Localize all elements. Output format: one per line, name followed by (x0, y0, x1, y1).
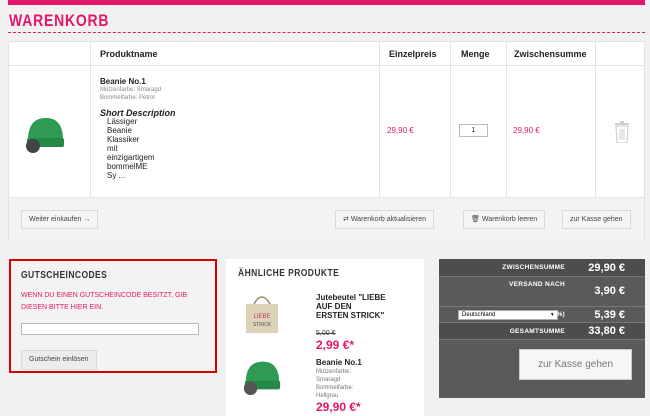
page-title: WARENKORB (9, 11, 110, 30)
similar-products-title: ÄHNLICHE PRODUKTE (238, 268, 340, 279)
quantity-input[interactable]: 1 (459, 124, 488, 137)
similar-product-old-price: 5,00 € (316, 330, 336, 337)
refresh-icon: ⇄ (343, 216, 349, 223)
redeem-coupon-button[interactable]: Gutschein einlösen (21, 350, 97, 370)
beanie-thumbnail[interactable] (238, 354, 286, 396)
product-thumbnail[interactable] (22, 110, 68, 154)
cart-table: Produktname Einzelpreis Menge Zwischensu… (8, 41, 645, 241)
product-name[interactable]: Beanie No.1 (100, 77, 146, 86)
subtotal-label: ZWISCHENSUMME (502, 264, 565, 271)
col-subtotal: Zwischensumme (514, 49, 587, 59)
update-cart-button[interactable]: ⇄ Warenkorb aktualisieren (335, 210, 435, 229)
product-attr-pompom: Bommelfarbe: Petrol (100, 95, 155, 101)
continue-shopping-button[interactable]: Weiter einkaufen → (21, 210, 99, 229)
shipping-value: 3,90 € (594, 285, 625, 297)
cart-actions: Weiter einkaufen → ⇄ Warenkorb aktualisi… (9, 197, 644, 241)
trash-icon[interactable] (614, 121, 630, 143)
similar-product-price: 29,90 €* (316, 400, 361, 414)
total-value: 33,80 € (588, 325, 625, 337)
empty-cart-button[interactable]: 🗑 Warenkorb leeren (463, 210, 546, 229)
coupon-text: WENN DU EINEN GUTSCHEINCODE BESITZT, GIB… (21, 292, 188, 311)
coupon-title: GUTSCHEINCODES (21, 270, 108, 281)
similar-product-price: 2,99 €* (316, 338, 355, 352)
vat-value: 5,39 € (594, 309, 625, 321)
vat-label: MWST. (19%) (521, 311, 565, 318)
checkout-button-top[interactable]: zur Kasse gehen (562, 210, 631, 229)
jute-bag-thumbnail[interactable]: LIEBE STRICK (242, 292, 282, 334)
col-quantity: Menge (461, 49, 490, 59)
checkout-button[interactable]: zur Kasse gehen (519, 349, 632, 380)
top-accent-bar (8, 0, 645, 5)
short-description: Lässiger Beanie Klassiker mit einzigarti… (107, 117, 155, 180)
cart-table-header: Produktname Einzelpreis Menge Zwischensu… (9, 42, 644, 66)
col-product-name: Produktname (100, 49, 158, 59)
svg-text:LIEBE: LIEBE (253, 314, 270, 320)
arrow-right-icon: → (83, 216, 91, 223)
col-unit-price: Einzelpreis (389, 49, 437, 59)
trash-small-icon: 🗑 (471, 216, 480, 223)
similar-products: ÄHNLICHE PRODUKTE LIEBE STRICK Jutebeute… (226, 259, 424, 416)
svg-text:STRICK: STRICK (253, 322, 272, 328)
subtotal-value: 29,90 € (588, 262, 625, 274)
unit-price: 29,90 € (387, 126, 414, 135)
shipping-label: VERSAND NACH (509, 281, 565, 288)
line-subtotal: 29,90 € (513, 126, 540, 135)
coupon-box: GUTSCHEINCODES WENN DU EINEN GUTSCHEINCO… (9, 259, 217, 373)
similar-product-name[interactable]: Jutebeutel "LIEBE AUF DEN ERSTEN STRICK" (316, 293, 386, 320)
product-attr-color: Mützenfarbe: Smaragd (100, 87, 162, 93)
similar-product-name[interactable]: Beanie No.1 (316, 358, 362, 367)
similar-product-attrs: Mützenfarbe: Smaragd Bommelfarbe: Hellgr… (316, 369, 354, 399)
order-totals: ZWISCHENSUMME 29,90 € VERSAND NACH Deuts… (439, 259, 645, 398)
coupon-code-input[interactable] (21, 323, 199, 335)
total-label: GESAMTSUMME (509, 328, 565, 335)
title-divider (8, 32, 645, 33)
